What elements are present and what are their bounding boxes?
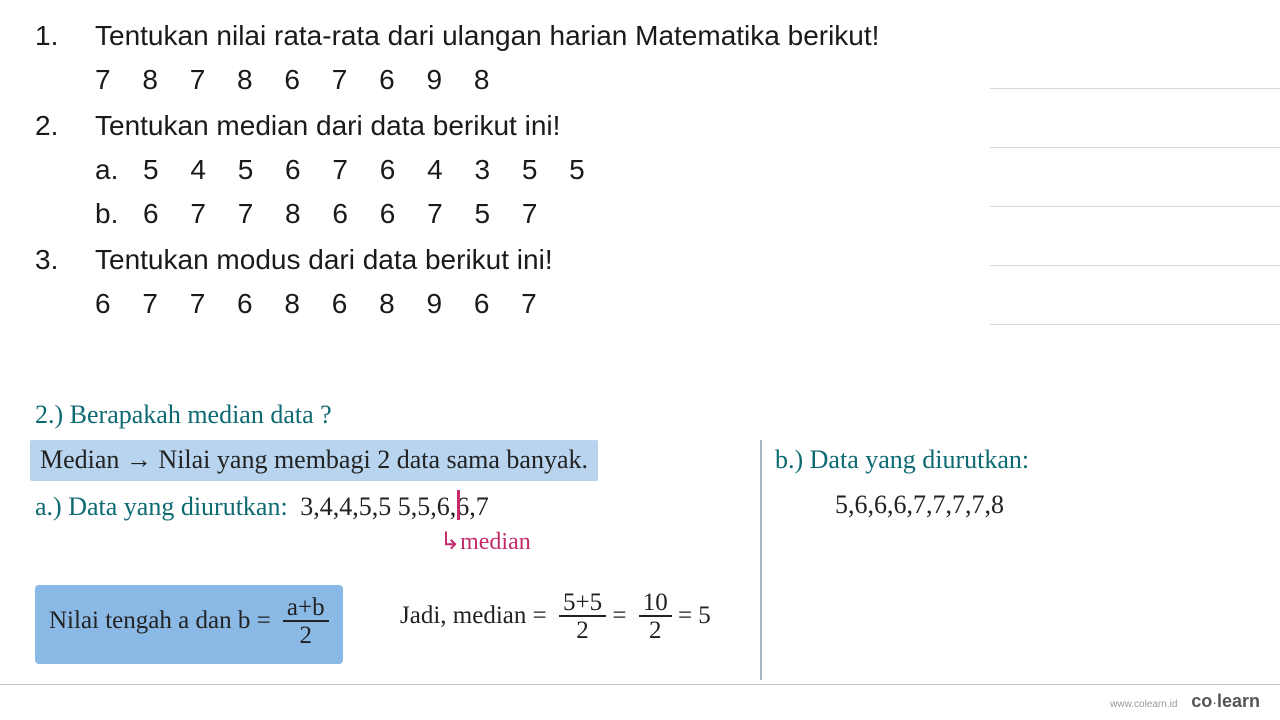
formula-label: Nilai tengah a dan b = <box>49 607 271 634</box>
ruled-paper-bg <box>990 30 1280 380</box>
q2a-label: a. <box>95 149 143 191</box>
formula-numerator: a+b <box>283 595 329 622</box>
q3-number: 3. <box>35 239 95 325</box>
brand-footer: www.colearn.id co·learn <box>1110 691 1260 712</box>
printed-questions: 1. Tentukan nilai rata-rata dari ulangan… <box>35 15 879 329</box>
question-1: 1. Tentukan nilai rata-rata dari ulangan… <box>35 15 879 101</box>
work-heading: 2.) Berapakah median data ? <box>35 400 332 430</box>
part-a-label: a.) Data yang diurutkan: <box>35 492 288 521</box>
vertical-separator <box>760 440 762 680</box>
q2a-data: 5 4 5 6 7 6 4 3 5 5 <box>143 149 597 191</box>
q2b-label: b. <box>95 193 143 235</box>
q1-text: Tentukan nilai rata-rata dari ulangan ha… <box>95 15 879 57</box>
question-3: 3. Tentukan modus dari data berikut ini!… <box>35 239 879 325</box>
formula-denominator: 2 <box>283 622 329 650</box>
formula-fraction: a+b 2 <box>283 595 329 650</box>
result-label: Jadi, median = <box>400 602 547 629</box>
q2-number: 2. <box>35 105 95 235</box>
part-a-line: a.) Data yang diurutkan: 3,4,4,5,5 5,5,6… <box>35 492 489 522</box>
q3-text: Tentukan modus dari data berikut ini! <box>95 239 879 281</box>
midpoint-formula-box: Nilai tengah a dan b = a+b 2 <box>35 585 343 664</box>
result-frac-2: 10 2 <box>639 590 672 645</box>
median-annotation: ↳median <box>440 527 531 556</box>
brand-url: www.colearn.id <box>1110 699 1177 710</box>
footer-separator <box>0 684 1280 685</box>
q2b-data: 6 7 7 8 6 6 7 5 7 <box>143 193 549 235</box>
brand-name-b: learn <box>1217 691 1260 711</box>
question-2: 2. Tentukan median dari data berikut ini… <box>35 105 879 235</box>
result-eq2: = 5 <box>678 602 711 629</box>
part-a-sorted-data: 3,4,4,5,5 5,5,6,6,7 <box>300 492 489 521</box>
q1-data: 7 8 7 8 6 7 6 9 8 <box>95 59 879 101</box>
q3-data: 6 7 7 6 8 6 8 9 6 7 <box>95 283 879 325</box>
q2-text: Tentukan median dari data berikut ini! <box>95 105 879 147</box>
part-b-label: b.) Data yang diurutkan: <box>775 445 1029 475</box>
part-b-sorted-data: 5,6,6,6,7,7,7,7,8 <box>835 490 1004 520</box>
q1-number: 1. <box>35 15 95 101</box>
median-definition-box: Median → Nilai yang membagi 2 data sama … <box>30 440 598 481</box>
median-split-marker <box>457 490 460 520</box>
result-frac-1: 5+5 2 <box>559 590 606 645</box>
brand-name-a: co <box>1191 691 1212 711</box>
result-line: Jadi, median = 5+5 2 = 10 2 = 5 <box>400 590 711 645</box>
result-eq1: = <box>612 602 626 629</box>
